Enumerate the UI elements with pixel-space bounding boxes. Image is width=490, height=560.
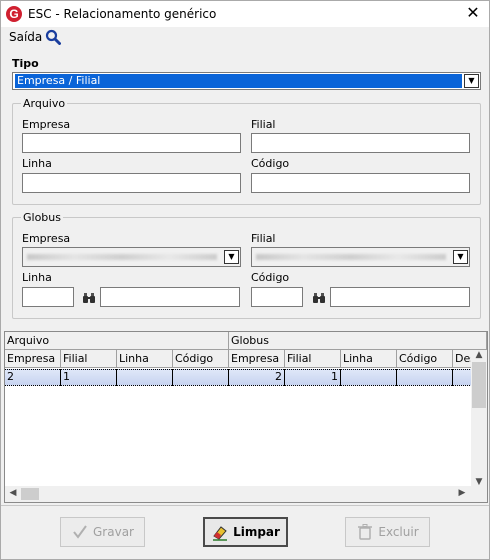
excluir-label: Excluir bbox=[378, 525, 419, 539]
column-header[interactable]: Empresa bbox=[5, 350, 61, 368]
cell-arquivo-codigo bbox=[173, 369, 229, 386]
group-header-arquivo: Arquivo bbox=[5, 332, 229, 350]
globus-empresa-label: Empresa bbox=[22, 232, 71, 245]
arquivo-codigo-field[interactable] bbox=[251, 173, 470, 193]
cell-globus-filial: 1 bbox=[285, 369, 341, 386]
column-header[interactable]: Filial bbox=[285, 350, 341, 368]
globus-codigo-field[interactable] bbox=[251, 287, 303, 307]
arquivo-empresa-label: Empresa bbox=[22, 118, 71, 131]
column-header[interactable]: Código bbox=[397, 350, 453, 368]
gravar-label: Gravar bbox=[93, 525, 134, 539]
binoculars-icon[interactable] bbox=[312, 292, 326, 304]
tipo-select-value: Empresa / Filial bbox=[15, 74, 462, 88]
chevron-down-icon[interactable]: ▼ bbox=[464, 74, 479, 88]
globus-linha-field[interactable] bbox=[22, 287, 74, 307]
column-header[interactable]: Des bbox=[453, 350, 473, 368]
limpar-label: Limpar bbox=[233, 525, 280, 539]
globus-linha-label: Linha bbox=[22, 271, 52, 284]
limpar-button[interactable]: Limpar bbox=[203, 517, 288, 547]
globus-empresa-select[interactable]: ▼ bbox=[22, 247, 241, 267]
globus-legend: Globus bbox=[21, 211, 63, 224]
menu-item-saida[interactable]: Saída bbox=[9, 30, 42, 44]
globus-filial-select[interactable]: ▼ bbox=[251, 247, 470, 267]
scroll-up-icon[interactable]: ▲ bbox=[472, 350, 486, 360]
arquivo-filial-label: Filial bbox=[251, 118, 276, 131]
cell-globus-linha bbox=[341, 369, 397, 386]
menu-bar: Saída bbox=[1, 27, 489, 47]
cell-globus-codigo bbox=[397, 369, 453, 386]
excluir-button[interactable]: Excluir bbox=[345, 517, 430, 547]
eraser-icon bbox=[213, 526, 228, 541]
scroll-left-icon[interactable]: ◀ bbox=[6, 488, 20, 498]
arquivo-legend: Arquivo bbox=[21, 97, 68, 110]
redacted-value bbox=[256, 254, 446, 260]
cell-globus-empresa: 2 bbox=[229, 369, 285, 386]
arquivo-linha-field[interactable] bbox=[22, 173, 241, 193]
column-header[interactable]: Empresa bbox=[229, 350, 285, 368]
horizontal-scroll-thumb[interactable] bbox=[21, 488, 39, 500]
arquivo-linha-label: Linha bbox=[22, 157, 52, 170]
trash-icon bbox=[358, 524, 373, 540]
title-bar: G ESC - Relacionamento genérico ✕ bbox=[1, 1, 489, 27]
divider bbox=[1, 505, 489, 506]
column-header[interactable]: Linha bbox=[117, 350, 173, 368]
binoculars-icon[interactable] bbox=[82, 292, 96, 304]
globus-codigo-desc-field[interactable] bbox=[330, 287, 470, 307]
globus-linha-desc-field[interactable] bbox=[100, 287, 240, 307]
cell-arquivo-filial: 1 bbox=[61, 369, 117, 386]
vertical-scrollbar[interactable]: ▲ ▼ bbox=[471, 350, 487, 487]
arquivo-codigo-label: Código bbox=[251, 157, 290, 170]
arquivo-empresa-field[interactable] bbox=[22, 133, 241, 153]
vertical-scroll-thumb[interactable] bbox=[472, 362, 486, 408]
window-title: ESC - Relacionamento genérico bbox=[28, 7, 217, 21]
arquivo-filial-field[interactable] bbox=[251, 133, 470, 153]
chevron-down-icon[interactable]: ▼ bbox=[224, 250, 239, 264]
globus-codigo-label: Código bbox=[251, 271, 290, 284]
tipo-label: Tipo bbox=[12, 57, 39, 70]
gravar-button[interactable]: Gravar bbox=[60, 517, 145, 547]
column-header[interactable]: Filial bbox=[61, 350, 117, 368]
tipo-select[interactable]: Empresa / Filial ▼ bbox=[12, 72, 481, 90]
app-logo-icon: G bbox=[6, 6, 22, 22]
cell-arquivo-linha bbox=[117, 369, 173, 386]
relationship-grid[interactable]: Arquivo Globus Empresa Filial Linha Códi… bbox=[4, 331, 488, 503]
cell-arquivo-empresa: 2 bbox=[5, 369, 61, 386]
redacted-value bbox=[27, 254, 217, 260]
scroll-right-icon[interactable]: ▶ bbox=[455, 488, 469, 498]
group-header-globus: Globus bbox=[229, 332, 487, 350]
chevron-down-icon[interactable]: ▼ bbox=[453, 250, 468, 264]
checkmark-icon bbox=[73, 525, 87, 539]
search-icon[interactable] bbox=[45, 29, 61, 45]
main-window: G ESC - Relacionamento genérico ✕ Saída … bbox=[0, 0, 490, 560]
globus-filial-label: Filial bbox=[251, 232, 276, 245]
column-header[interactable]: Linha bbox=[341, 350, 397, 368]
column-header[interactable]: Código bbox=[173, 350, 229, 368]
close-icon[interactable]: ✕ bbox=[465, 5, 481, 21]
horizontal-scrollbar[interactable]: ◀ ▶ bbox=[5, 486, 487, 502]
